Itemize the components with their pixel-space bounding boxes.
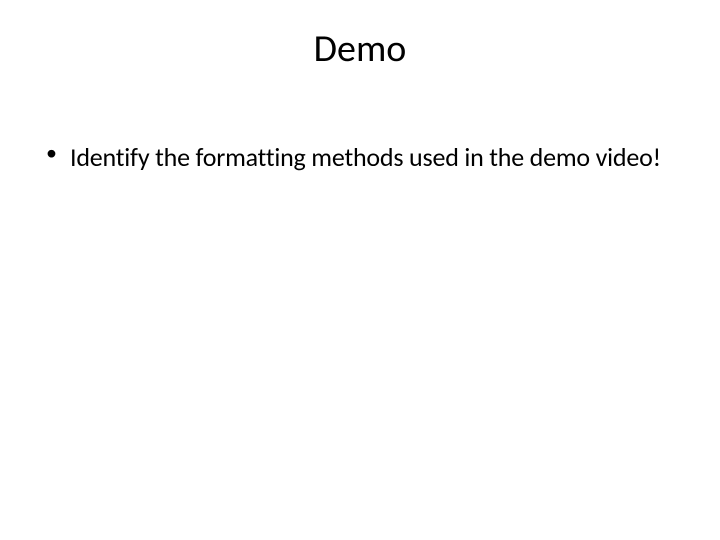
bullet-list: Identify the formatting methods used in … xyxy=(30,128,690,188)
slide-title: Demo xyxy=(30,26,690,72)
bullet-text: Identify the formatting methods used in … xyxy=(70,141,661,173)
list-item: Identify the formatting methods used in … xyxy=(42,128,690,188)
slide: Demo Identify the formatting methods use… xyxy=(0,0,720,540)
